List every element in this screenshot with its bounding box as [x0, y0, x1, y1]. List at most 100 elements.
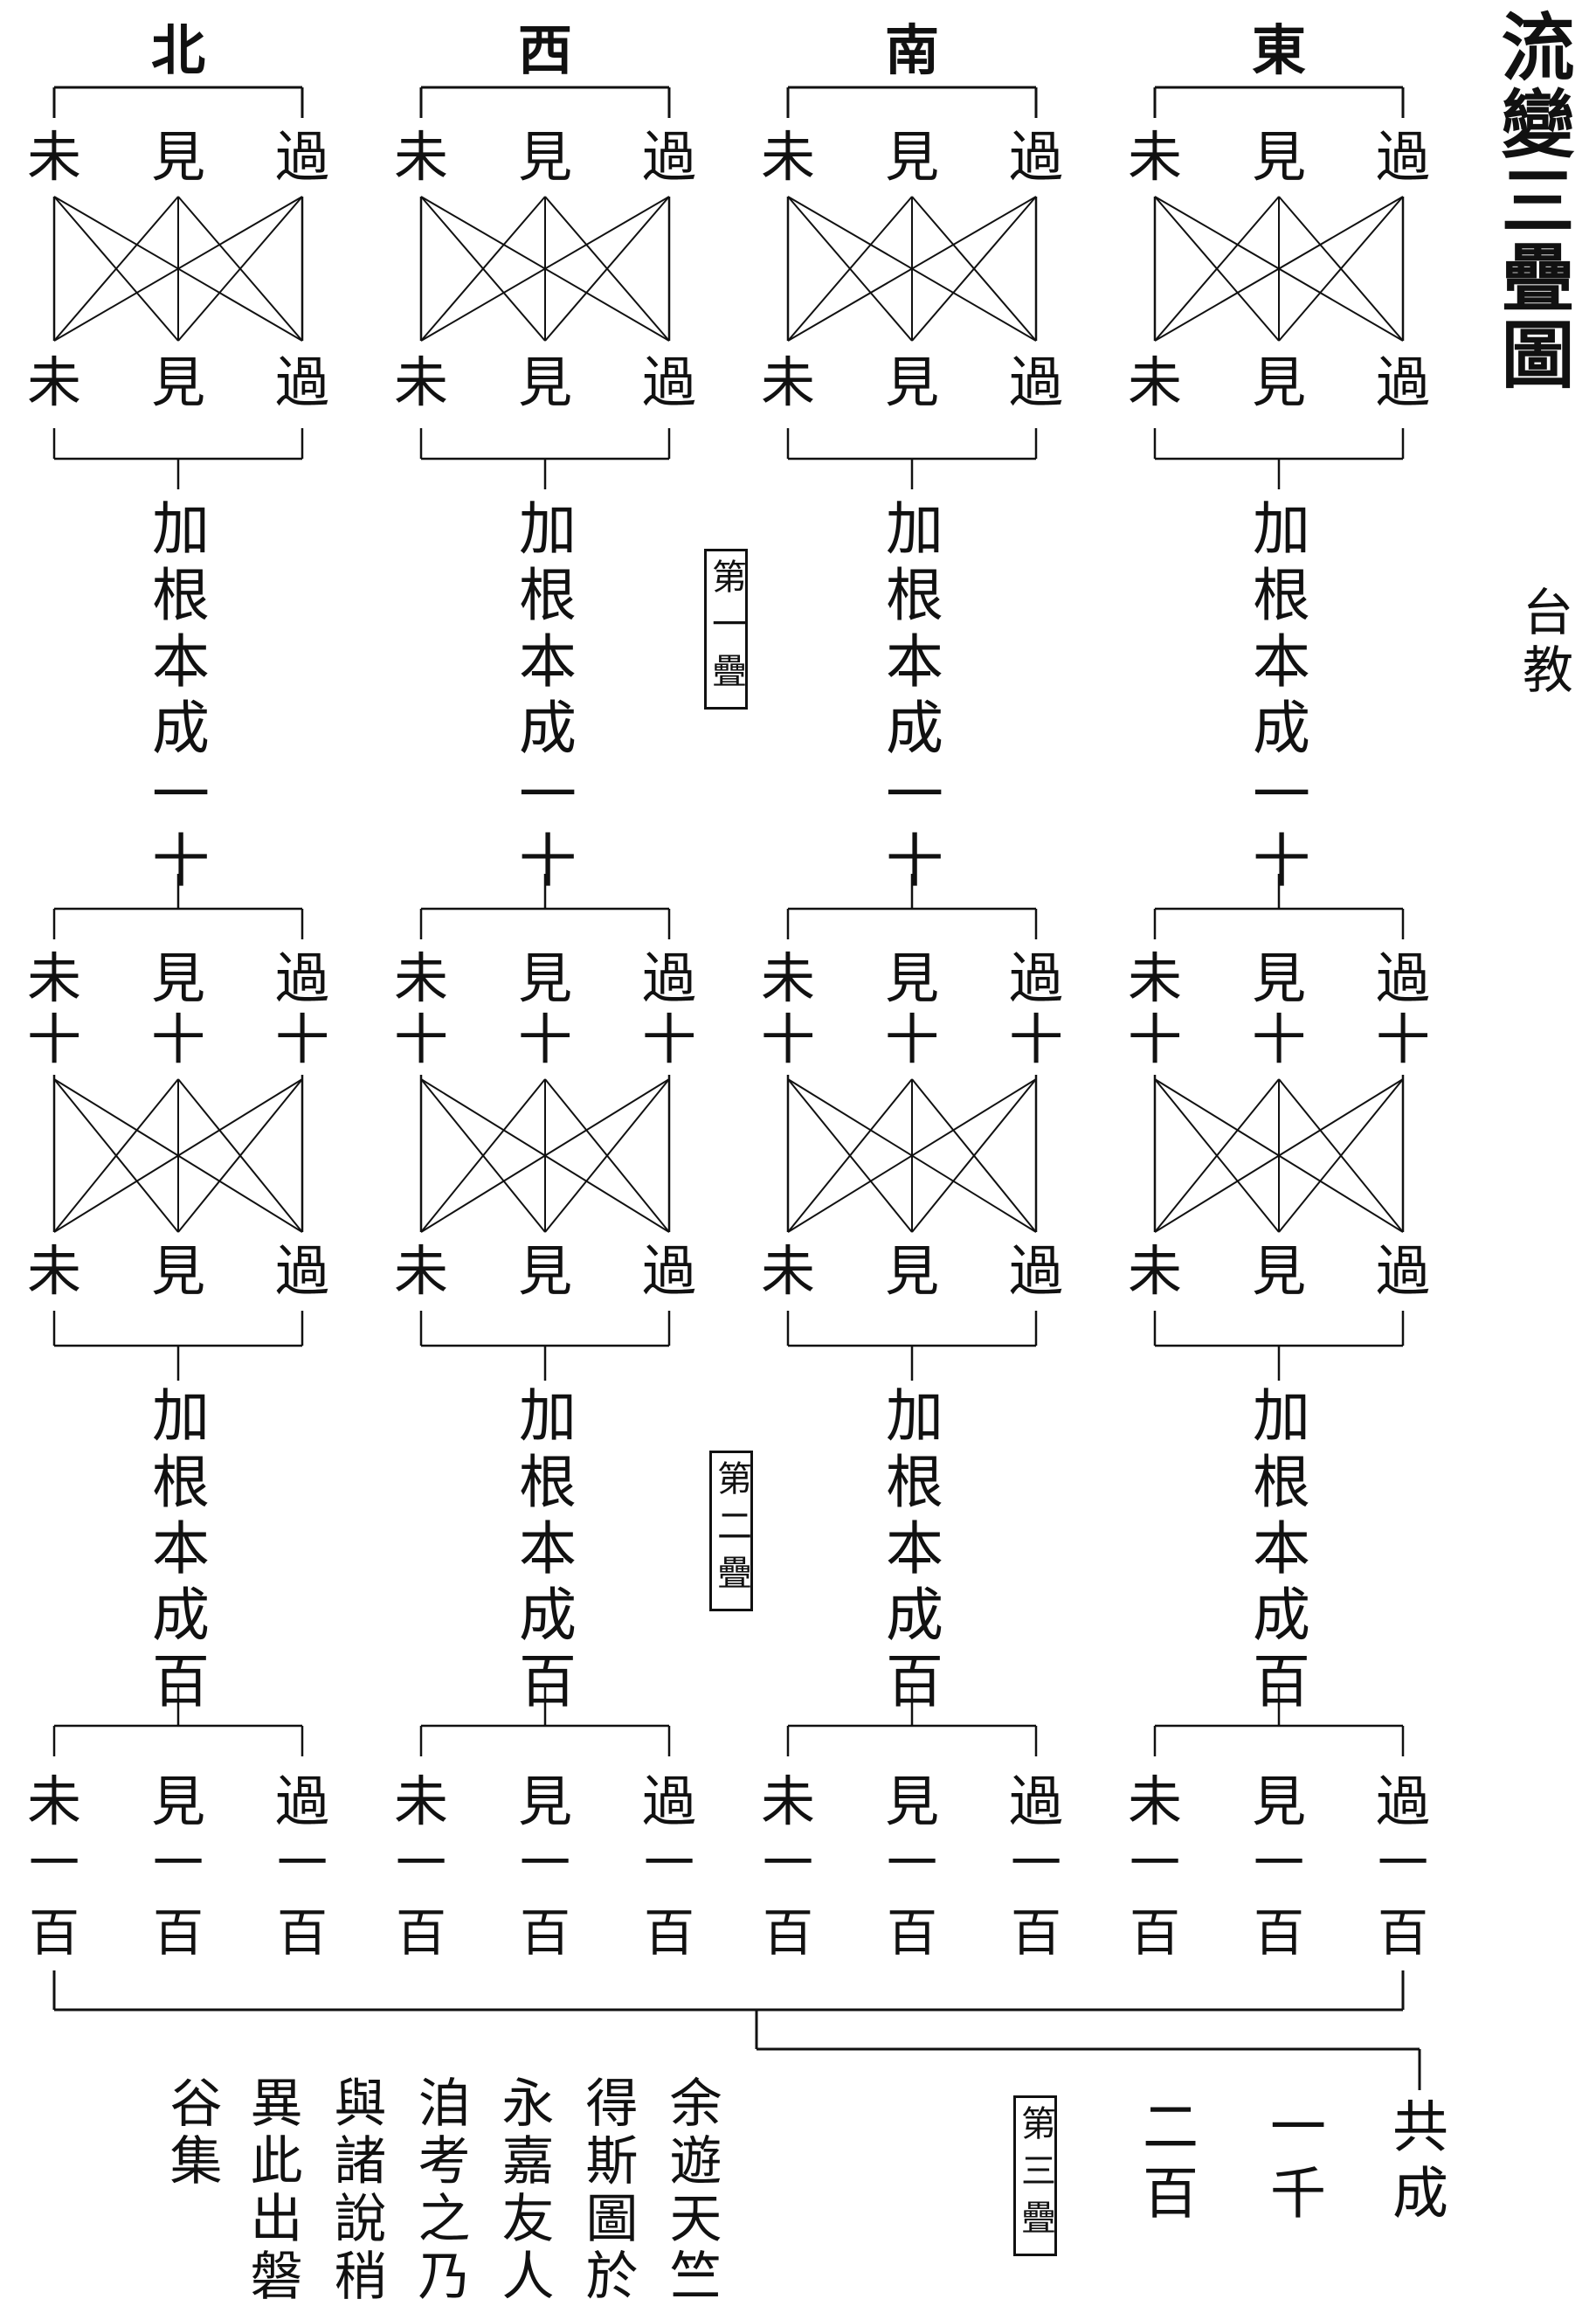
layer1-top-past-col-1: 過 — [274, 125, 329, 189]
layer1-bottom-present-col-4: 見 — [1251, 350, 1306, 414]
layer3-suffix-b-present-col-1: 百 — [152, 1903, 204, 1963]
layer3-suffix-b-future-col-3: 百 — [762, 1903, 813, 1963]
colophon-col-7: 谷集 — [161, 2075, 222, 2191]
layer2-top-suffix-future-col-4: 十 — [1127, 1008, 1182, 1071]
layer1-top-present-col-3: 見 — [884, 125, 939, 189]
layer3-past-col-1: 過 — [274, 1769, 329, 1833]
layer2-top-present-col-4: 見 — [1251, 946, 1306, 1010]
layer3-suffix-a-past-col-4: 一 — [1377, 1833, 1428, 1893]
layer1-bottom-present-col-2: 見 — [517, 350, 572, 414]
colophon-col-5: 與諸說稍 — [325, 2075, 386, 2306]
layer3-present-col-2: 見 — [517, 1769, 572, 1833]
layer2-bottom-future-col-4: 未 — [1127, 1239, 1182, 1303]
direction-header-col-2: 西 — [517, 18, 572, 82]
layer2-bottom-future-col-1: 未 — [26, 1239, 81, 1303]
layer2-add-label-col-2: 加根本成百 — [509, 1385, 577, 1717]
layer3-suffix-a-future-col-4: 一 — [1129, 1833, 1180, 1893]
layer3-suffix-b-past-col-1: 百 — [276, 1903, 328, 1963]
layer2-add-label-col-4: 加根本成百 — [1243, 1385, 1310, 1717]
layer2-top-suffix-present-col-3: 十 — [884, 1008, 939, 1071]
layer1-top-future-col-1: 未 — [26, 125, 81, 189]
layer2-top-future-col-1: 未 — [26, 946, 81, 1010]
layer-2-label: 第二疊 — [709, 1451, 753, 1611]
layer2-top-future-col-4: 未 — [1127, 946, 1182, 1010]
direction-header-col-3: 南 — [884, 18, 939, 82]
layer1-bottom-future-col-2: 未 — [393, 350, 448, 414]
layer2-bottom-present-col-3: 見 — [884, 1239, 939, 1303]
layer2-top-past-col-4: 過 — [1375, 946, 1430, 1010]
layer3-present-col-3: 見 — [884, 1769, 939, 1833]
layer2-add-label-col-1: 加根本成百 — [142, 1385, 210, 1717]
layer3-suffix-a-present-col-4: 一 — [1253, 1833, 1304, 1893]
layer3-future-col-4: 未 — [1127, 1769, 1182, 1833]
layer1-top-present-col-4: 見 — [1251, 125, 1306, 189]
layer1-top-future-col-3: 未 — [760, 125, 815, 189]
colophon-col-2: 得斯圖於 — [577, 2075, 638, 2306]
layer3-past-col-3: 過 — [1008, 1769, 1063, 1833]
layer1-bottom-past-col-1: 過 — [274, 350, 329, 414]
layer2-top-suffix-past-col-3: 十 — [1008, 1008, 1063, 1071]
layer2-bottom-past-col-1: 過 — [274, 1239, 329, 1303]
layer2-bottom-future-col-2: 未 — [393, 1239, 448, 1303]
layer3-suffix-a-present-col-2: 一 — [519, 1833, 570, 1893]
layer2-bottom-past-col-4: 過 — [1375, 1239, 1430, 1303]
layer1-top-present-col-2: 見 — [517, 125, 572, 189]
layer1-top-future-col-2: 未 — [393, 125, 448, 189]
layer3-suffix-b-past-col-2: 百 — [643, 1903, 694, 1963]
layer-3-label: 第三疊 — [1013, 2095, 1057, 2256]
layer2-top-present-col-3: 見 — [884, 946, 939, 1010]
layer3-past-col-4: 過 — [1375, 1769, 1430, 1833]
layer2-top-suffix-present-col-1: 十 — [150, 1008, 205, 1071]
layer3-suffix-b-future-col-2: 百 — [395, 1903, 446, 1963]
layer1-bottom-past-col-3: 過 — [1008, 350, 1063, 414]
layer2-add-label-col-3: 加根本成百 — [876, 1385, 943, 1717]
layer2-top-present-col-2: 見 — [517, 946, 572, 1010]
layer1-add-label-col-4: 加根本成一十 — [1243, 498, 1310, 897]
layer3-suffix-a-present-col-1: 一 — [152, 1833, 204, 1893]
layer1-bottom-future-col-1: 未 — [26, 350, 81, 414]
layer3-present-col-1: 見 — [150, 1769, 205, 1833]
layer1-bottom-present-col-1: 見 — [150, 350, 205, 414]
colophon-col-1: 余遊天竺 — [660, 2075, 722, 2306]
total-label: 共成 — [1383, 2097, 1447, 2230]
layer2-bottom-present-col-1: 見 — [150, 1239, 205, 1303]
layer1-add-label-col-1: 加根本成一十 — [142, 498, 210, 897]
direction-header-col-4: 東 — [1251, 18, 1306, 82]
layer3-suffix-b-present-col-4: 百 — [1253, 1903, 1304, 1963]
layer2-top-future-col-2: 未 — [393, 946, 448, 1010]
layer2-top-suffix-future-col-2: 十 — [393, 1008, 448, 1071]
direction-header-col-1: 北 — [150, 18, 205, 82]
layer3-suffix-b-future-col-1: 百 — [28, 1903, 79, 1963]
layer2-bottom-past-col-3: 過 — [1008, 1239, 1063, 1303]
layer2-bottom-future-col-3: 未 — [760, 1239, 815, 1303]
layer3-suffix-a-past-col-3: 一 — [1010, 1833, 1061, 1893]
layer1-bottom-past-col-2: 過 — [641, 350, 696, 414]
layer2-top-suffix-past-col-1: 十 — [274, 1008, 329, 1071]
layer3-suffix-b-past-col-4: 百 — [1377, 1903, 1428, 1963]
layer3-suffix-a-future-col-2: 一 — [395, 1833, 446, 1893]
layer2-top-past-col-3: 過 — [1008, 946, 1063, 1010]
layer3-suffix-a-present-col-3: 一 — [886, 1833, 937, 1893]
layer3-suffix-a-past-col-2: 一 — [643, 1833, 694, 1893]
total-hundreds: 二百 — [1133, 2097, 1198, 2230]
layer1-top-past-col-2: 過 — [641, 125, 696, 189]
layer2-top-suffix-future-col-1: 十 — [26, 1008, 81, 1071]
layer2-top-past-col-2: 過 — [641, 946, 696, 1010]
colophon-col-6: 異此出磐 — [241, 2075, 302, 2306]
layer3-future-col-3: 未 — [760, 1769, 815, 1833]
layer3-suffix-a-past-col-1: 一 — [276, 1833, 328, 1893]
colophon-col-4: 洎考之乃 — [409, 2075, 470, 2306]
layer1-top-present-col-1: 見 — [150, 125, 205, 189]
layer3-future-col-1: 未 — [26, 1769, 81, 1833]
layer1-bottom-future-col-4: 未 — [1127, 350, 1182, 414]
layer1-bottom-future-col-3: 未 — [760, 350, 815, 414]
layer2-top-suffix-past-col-4: 十 — [1375, 1008, 1430, 1071]
layer3-suffix-b-present-col-3: 百 — [886, 1903, 937, 1963]
layer3-suffix-b-past-col-3: 百 — [1010, 1903, 1061, 1963]
layer1-add-label-col-3: 加根本成一十 — [876, 498, 943, 897]
layer3-present-col-4: 見 — [1251, 1769, 1306, 1833]
layer2-top-future-col-3: 未 — [760, 946, 815, 1010]
layer2-top-suffix-future-col-3: 十 — [760, 1008, 815, 1071]
layer2-top-past-col-1: 過 — [274, 946, 329, 1010]
layer2-top-present-col-1: 見 — [150, 946, 205, 1010]
